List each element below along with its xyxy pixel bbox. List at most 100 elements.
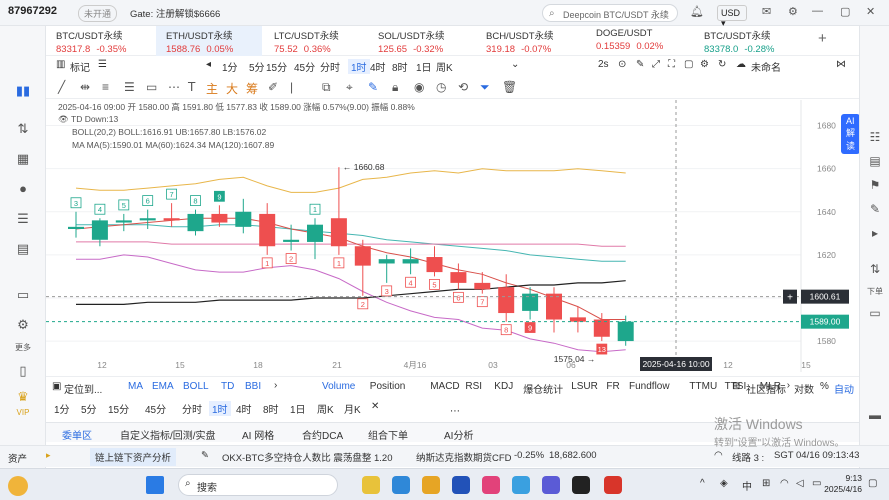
interval-3[interactable]: 45分 xyxy=(294,59,315,74)
locate-icon[interactable]: ▣ xyxy=(52,381,61,392)
parallel-tool-icon[interactable]: ≡ xyxy=(102,80,109,94)
sub-indicator-7[interactable]: FR xyxy=(606,381,619,392)
monitor-icon[interactable]: ▭ xyxy=(14,288,32,302)
flag-icon[interactable]: ⚑ xyxy=(867,178,883,192)
account-status-badge[interactable]: 未开通 xyxy=(78,5,118,22)
candle-body[interactable] xyxy=(593,319,610,337)
chat-icon[interactable]: ☷ xyxy=(867,130,883,144)
crosshair-add-icon[interactable]: + xyxy=(787,293,793,304)
candle-body[interactable] xyxy=(211,213,228,223)
interval-5[interactable]: 1时 xyxy=(348,59,370,74)
candle-body[interactable] xyxy=(163,218,180,221)
bottom-interval-9[interactable]: 周K xyxy=(317,401,334,416)
interval-0[interactable]: 1分 xyxy=(222,59,238,74)
candle-body[interactable] xyxy=(235,211,252,227)
candle-body[interactable] xyxy=(330,218,347,247)
indicator-boll[interactable]: BOLL xyxy=(183,381,209,392)
bookmark-icon[interactable]: ▤ xyxy=(14,242,32,256)
folder-icon[interactable] xyxy=(422,476,440,494)
sub-indicator-5[interactable]: 爆仓统计 xyxy=(523,381,563,396)
search-box[interactable]: ⌕ Deepcoin BTC/USDT 永续 xyxy=(542,4,678,22)
weather-icon[interactable] xyxy=(8,476,28,496)
candle-body[interactable] xyxy=(139,218,156,221)
candle-body[interactable] xyxy=(115,220,132,223)
channel-tool-icon[interactable]: ☰ xyxy=(124,80,135,94)
grid-icon[interactable]: ▦ xyxy=(14,152,32,166)
bottom-interval-8[interactable]: 1日 xyxy=(290,401,306,416)
bottom-interval-10[interactable]: 月K xyxy=(344,401,361,416)
layout-name[interactable]: 未命名 xyxy=(751,59,781,74)
news-ticker[interactable]: OKX-BTC多空持仓人数比 震荡盘整 1.20 xyxy=(222,450,393,464)
windows-start-icon[interactable] xyxy=(146,476,164,494)
maximize-icon[interactable]: ▢ xyxy=(840,5,850,18)
drag-handle-icon[interactable]: ⋯ xyxy=(450,406,460,417)
tab-3[interactable]: SOL/USDT永续 125.65 -0.32% xyxy=(368,26,474,56)
trade-icon[interactable]: ⇅ xyxy=(14,122,32,136)
app-icon-3[interactable] xyxy=(512,476,530,494)
input-icon[interactable]: ⊞ xyxy=(762,478,770,489)
user-icon[interactable]: ● xyxy=(14,182,32,196)
candle-body[interactable] xyxy=(307,224,323,242)
taskbar-search[interactable]: ⌕ 搜索 xyxy=(178,474,338,496)
bottom-interval-3[interactable]: 45分 xyxy=(145,401,166,416)
candle-body[interactable] xyxy=(68,226,84,229)
pencil-icon[interactable]: ✎ xyxy=(368,80,378,94)
main-force-tool[interactable]: 主 xyxy=(206,80,218,97)
bottom-tab-1[interactable]: 自定义指标/回测/实盘 xyxy=(120,427,216,442)
candle-body[interactable] xyxy=(91,220,108,240)
expand-icon[interactable]: ⤢ xyxy=(652,59,660,70)
trash-icon[interactable]: 🗑︎ xyxy=(502,80,517,94)
sub-indicator-9[interactable]: TTMU xyxy=(689,381,717,392)
interval-1[interactable]: 5分 xyxy=(249,59,265,74)
refresh-interval[interactable]: 2s xyxy=(598,59,609,70)
bottom-interval-5[interactable]: 1时 xyxy=(209,401,231,416)
sub-indicator-0[interactable]: Volume xyxy=(322,381,355,392)
network-icon[interactable]: ◠ xyxy=(780,478,789,489)
interval-close-icon[interactable]: ✕ xyxy=(371,401,379,412)
tab-2[interactable]: LTC/USDT永续 75.52 0.36% xyxy=(264,26,370,56)
candle-body[interactable] xyxy=(402,259,419,264)
ime-indicator[interactable]: 中 xyxy=(742,478,752,493)
mail-icon[interactable]: ✉ xyxy=(762,5,771,18)
interval-6[interactable]: 4时 xyxy=(370,59,386,74)
tray-chevron-icon[interactable]: ^ xyxy=(700,478,705,489)
text-tool-icon[interactable]: 𝖳 xyxy=(188,80,195,94)
interval-prev-icon[interactable]: ◂ xyxy=(206,59,211,70)
sub-indicator-6[interactable]: LSUR xyxy=(571,381,598,392)
camera-icon[interactable]: ⊙ xyxy=(618,59,626,70)
interval-2[interactable]: 15分 xyxy=(266,59,287,74)
bottom-interval-7[interactable]: 8时 xyxy=(263,401,279,416)
indicator-td[interactable]: TD xyxy=(221,381,234,392)
interval-9[interactable]: 周K xyxy=(436,59,453,74)
magnet-icon[interactable]: ⌖ xyxy=(346,80,353,95)
interval-4[interactable]: 分时 xyxy=(320,59,340,74)
candle-body[interactable] xyxy=(426,257,443,273)
menu-icon[interactable]: ☰ xyxy=(98,59,107,70)
price-chart[interactable]: 1680166016401620160015803456789112123456… xyxy=(46,100,859,372)
hline-tool-icon[interactable]: ⇹ xyxy=(80,80,90,94)
chart-icon[interactable]: ▮▮ xyxy=(14,84,32,98)
order-icon[interactable]: ⇅ xyxy=(867,262,883,276)
add-tab-button[interactable]: + xyxy=(818,30,827,47)
phone-icon[interactable]: ▯ xyxy=(14,364,32,378)
td-eye-icon[interactable]: 👁︎ xyxy=(58,114,71,124)
candle-body[interactable] xyxy=(474,282,491,290)
bottom-interval-4[interactable]: 分时 xyxy=(182,401,202,416)
notification-icon[interactable]: ▢ xyxy=(868,478,877,489)
window-icon[interactable]: ▢ xyxy=(684,59,693,70)
promo-ticker[interactable]: Gate: 注册解锁$6666 xyxy=(130,6,220,20)
collapse-icon[interactable]: ▸ xyxy=(867,226,883,240)
currency-select[interactable]: USD ▾ xyxy=(717,5,747,28)
edit-icon[interactable]: ✎ xyxy=(636,59,644,70)
line-label[interactable]: 线路 3 : xyxy=(732,450,764,464)
sub-indicator-8[interactable]: Fundflow xyxy=(629,381,670,392)
candle-body[interactable] xyxy=(569,317,586,322)
big-order-tool[interactable]: 大 xyxy=(226,80,238,97)
taskbar-clock[interactable]: 9:13 2025/4/16 xyxy=(818,473,862,495)
tab-6[interactable]: BTC/USDT永续 83378.0 -0.28% xyxy=(694,26,814,56)
share-icon[interactable]: ⋈ xyxy=(836,59,846,70)
book-icon[interactable]: ▤ xyxy=(867,154,883,168)
vip-label[interactable]: VIP xyxy=(6,408,40,417)
bottom-tab-0[interactable]: 委单区 xyxy=(62,427,92,442)
bottom-tab-2[interactable]: AI 网格 xyxy=(242,427,274,442)
